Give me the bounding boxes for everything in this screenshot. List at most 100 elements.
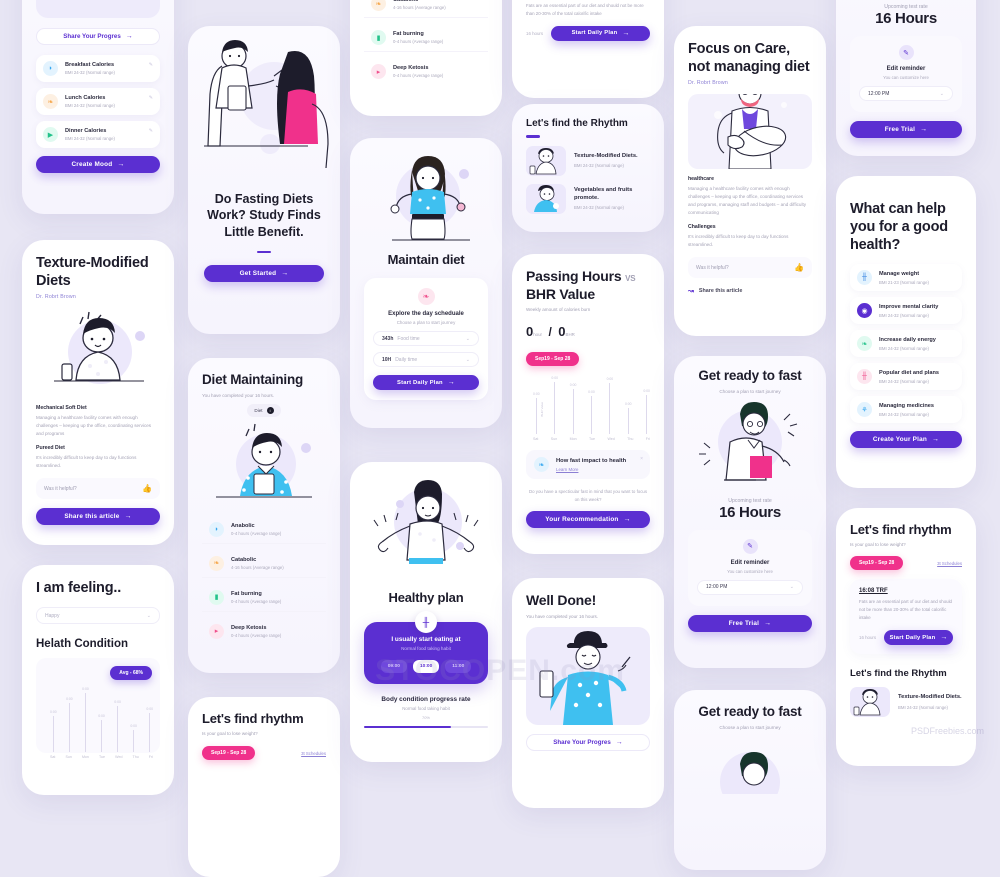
schedules-link[interactable]: 3t Schedules xyxy=(937,561,962,566)
time-chip[interactable]: 09:00 xyxy=(380,660,407,674)
list-item[interactable]: ⚘ Managing medicines BMI 24-32 (Normal r… xyxy=(850,396,962,424)
card-texture-diets[interactable]: Texture-Modified Diets Dr. Robrt Brown M… xyxy=(22,240,174,545)
share-progress-button[interactable]: Share Your Progres → xyxy=(36,28,160,45)
time-select[interactable]: 12:00 PM ⌄ xyxy=(697,579,803,595)
learn-more-link[interactable]: Learn More xyxy=(556,467,626,472)
watermark-small: PSDFreebies.com xyxy=(910,726,984,736)
share-progress-button[interactable]: Share Your Progres → xyxy=(526,733,650,751)
chart-x-tick: Thu xyxy=(627,437,634,441)
free-trial-button[interactable]: Free Trial → xyxy=(688,614,812,632)
card-maintain-diet[interactable]: Maintain diet ❧ Explore the day schedual… xyxy=(350,138,502,428)
card-fasting-diets[interactable]: Do Fasting Diets Work? Study Finds Littl… xyxy=(188,26,340,334)
trf-card[interactable]: 16:08 TRF Fats are an essential part of … xyxy=(850,579,962,655)
card-well-done[interactable]: Well Done! You have completed your 16 ho… xyxy=(512,578,664,808)
free-trial-button[interactable]: Free Trial → xyxy=(850,121,962,138)
chart-bar-line xyxy=(535,398,537,434)
edit-icon[interactable]: ✎ xyxy=(149,128,153,134)
list-item[interactable]: ❧ Increase daily energy BMI 24-32 (Norma… xyxy=(850,330,962,358)
create-plan-button[interactable]: Create Your Plan → xyxy=(850,431,962,449)
list-item[interactable]: ╫ Popular diet and plans BMI 24-32 (Norm… xyxy=(850,363,962,391)
page-title: Get ready to fast xyxy=(698,704,802,719)
list-item[interactable]: ❧ Lunch Calories BMI 24-32 (Normal range… xyxy=(36,88,160,115)
thumbs-up-icon[interactable]: 👍 xyxy=(142,484,152,493)
get-started-button[interactable]: Get Started → xyxy=(204,265,324,283)
card-feeling[interactable]: I am feeling.. Happy ⌄ Helath Condition … xyxy=(22,565,174,795)
chart-x-tick: Tue xyxy=(588,437,596,441)
card-trf-top[interactable]: 16:08 TRF Fats are an essential part of … xyxy=(512,0,664,98)
reminder-panel[interactable]: ✎ Edit reminder You can customize here 1… xyxy=(850,36,962,112)
card-healthy-plan[interactable]: Healthy plan ╫ I usually start eating at… xyxy=(350,462,502,762)
diet-tag[interactable]: Diet i xyxy=(247,403,281,417)
recommendation-button[interactable]: Your Recommendation → xyxy=(526,510,650,528)
edit-icon[interactable]: ✎ xyxy=(898,45,914,60)
list-item-sub: BMI 24-32 (Normal range) xyxy=(65,70,115,76)
list-item[interactable]: ╫ Manage weight BMI 21-23 (Normal range) xyxy=(850,264,962,292)
schedules-link[interactable]: 3t Schedules xyxy=(301,751,326,756)
card-passing-hours[interactable]: Passing Hours VS BHR Value Weekly amount… xyxy=(512,254,664,554)
daily-time-select[interactable]: 10H Daily time ⌄ xyxy=(373,352,479,368)
progress-bar xyxy=(364,726,488,729)
dumbbell-icon: ╫ xyxy=(857,270,872,286)
list-item[interactable]: Texture-Modified Diets. BMI 24-32 (Norma… xyxy=(526,145,650,176)
card-get-ready-2[interactable]: Get ready to fast Choose a plan to start… xyxy=(674,690,826,870)
time-chip-group[interactable]: 09:00 10:00 11:00 xyxy=(374,660,478,674)
card-get-ready[interactable]: Get ready to fast Choose a plan to start… xyxy=(674,356,826,668)
card-calories[interactable]: Share Your Progres → ◗ Breakfast Calorie… xyxy=(22,0,174,214)
list-item[interactable]: ❧ Catabolic 4-16 hours (Average range) xyxy=(364,0,488,18)
page-subtitle: You have completed your 16 hours. xyxy=(526,613,599,619)
chart-bar-label: 0:00 xyxy=(130,723,137,728)
list-item-title: Texture-Modified Diets. xyxy=(574,152,638,159)
list-item[interactable]: ▸ Deep Ketosis 0-4 hours (Average range) xyxy=(202,618,326,645)
time-chip-selected[interactable]: 10:00 xyxy=(412,660,440,674)
start-daily-plan-label: Start Daily Plan xyxy=(397,379,443,386)
list-item[interactable]: Texture-Modified Diets. BMI 24-32 (Norma… xyxy=(850,687,962,718)
card-stages-top[interactable]: ❧ Catabolic 4-16 hours (Average range) ▮… xyxy=(350,0,502,116)
date-range-pill[interactable]: Sep19 - Sep 28 xyxy=(526,352,580,366)
edit-icon[interactable]: ✎ xyxy=(149,95,153,101)
list-item[interactable]: ◗ Breakfast Calories BMI 24-32 (Normal r… xyxy=(36,55,160,82)
chevron-down-icon: ⌄ xyxy=(465,335,470,342)
share-article-button[interactable]: Share this article → xyxy=(36,508,160,526)
card-help-health[interactable]: What can help you for a good health? ╫ M… xyxy=(836,176,976,488)
list-item-sub: BMI 24-32 (Normal range) xyxy=(574,205,624,211)
edit-icon[interactable]: ✎ xyxy=(742,538,758,554)
reminder-panel[interactable]: ✎ Edit reminder You can customize here 1… xyxy=(688,529,812,606)
mood-select[interactable]: Happy ⌄ xyxy=(36,607,160,625)
time-select[interactable]: 12:00 PM ⌄ xyxy=(859,86,953,101)
list-item-sub: BMI 24-32 (Normal range) xyxy=(898,704,948,710)
list-item[interactable]: ▶ Dinner Calories BMI 24-32 (Normal rang… xyxy=(36,121,160,148)
helpful-feedback[interactable]: Was it helpful? 👍 xyxy=(36,478,160,500)
create-mood-button[interactable]: Create Mood → xyxy=(36,156,160,173)
date-range-pill[interactable]: Sep19 - Sep 28 xyxy=(202,746,256,761)
card-upcoming-top[interactable]: Upcoming test rate 16 Hours ✎ Edit remin… xyxy=(836,0,976,156)
list-item[interactable]: ❧ Catabolic 4-16 hours (Average range) xyxy=(202,550,326,578)
list-item[interactable]: ▮ Fat burning 0-4 hours (Average range) xyxy=(202,584,326,612)
start-daily-plan-button[interactable]: Start Daily Plan → xyxy=(884,630,953,646)
list-item[interactable]: ◗ Anabolic 0-4 hours (Average range) xyxy=(202,516,326,544)
start-daily-plan-button[interactable]: Start Daily Plan → xyxy=(551,25,650,41)
card-rhythm-left[interactable]: Let's find rhythm Is your goal to lose w… xyxy=(188,697,340,877)
card-rhythm-mid[interactable]: Let's find the Rhythm Texture-Modified D… xyxy=(512,104,664,232)
chart-bar-label: 0:00 xyxy=(98,714,105,719)
arrow-right-icon: → xyxy=(764,619,772,627)
time-value: 12:00 PM xyxy=(868,90,890,97)
thumbs-up-icon[interactable]: 👍 xyxy=(794,263,804,272)
list-item[interactable]: ◉ Improve mental clarity BMI 24-32 (Norm… xyxy=(850,297,962,325)
time-chip[interactable]: 11:00 xyxy=(445,660,472,674)
info-card[interactable]: ❧ How fast impact to health Learn More × xyxy=(526,450,650,479)
eating-time-card[interactable]: ╫ I usually start eating at Normal food … xyxy=(364,611,488,685)
card-focus-care[interactable]: Focus on Care, not managing diet Dr. Rob… xyxy=(674,26,826,336)
start-daily-plan-button[interactable]: Start Daily Plan → xyxy=(373,375,479,391)
list-item[interactable]: ▮ Fat burning 0-4 hours (Average range) xyxy=(364,24,488,52)
card-diet-maintaining[interactable]: Diet Maintaining You have completed your… xyxy=(188,358,340,673)
edit-icon[interactable]: ✎ xyxy=(149,62,153,68)
share-article-link[interactable]: ↝ Share this article xyxy=(688,287,812,295)
list-item-sub: BMI 24-32 (Normal range) xyxy=(879,378,929,384)
list-item[interactable]: Vegetables and fruits promote. BMI 24-32… xyxy=(526,183,650,214)
food-time-select[interactable]: 343h Food time ⌄ xyxy=(373,331,479,347)
close-icon[interactable]: × xyxy=(640,456,643,462)
date-range-pill[interactable]: Sep19 - Sep 28 xyxy=(850,556,904,571)
list-item-sub: 0-4 hours (Average range) xyxy=(231,599,282,605)
helpful-feedback[interactable]: Was it helpful? 👍 xyxy=(688,257,812,279)
list-item[interactable]: ▸ Deep Ketosis 0-4 hours (Average range) xyxy=(364,58,488,85)
